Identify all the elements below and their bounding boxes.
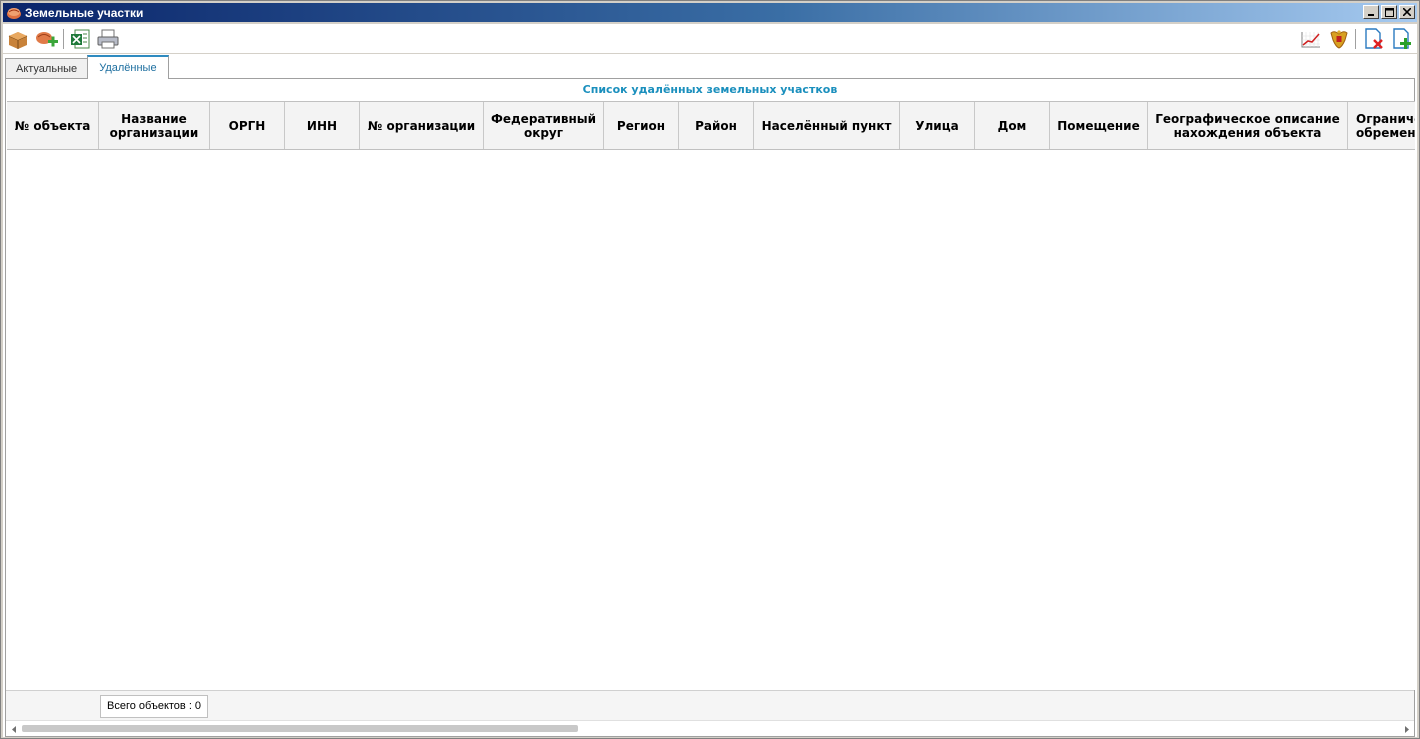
land-plot-icon [7, 7, 21, 19]
arrow-left-icon [11, 725, 16, 733]
delete-record-button[interactable] [1361, 27, 1385, 51]
tab-panel-deleted: Список удалённых земельных участков № об… [5, 78, 1415, 737]
add-land-icon [36, 32, 58, 47]
toolbar [3, 24, 1417, 54]
open-box-button[interactable] [6, 27, 30, 51]
delete-doc-icon [1365, 28, 1383, 49]
column-header-org-number[interactable]: № организации [360, 102, 484, 149]
scroll-right-button[interactable] [1401, 724, 1411, 734]
maximize-button[interactable] [1381, 5, 1397, 19]
column-header-ogrn[interactable]: ОРГН [210, 102, 285, 149]
window-title: Земельные участки [25, 5, 144, 20]
column-header-restrictions[interactable]: Ограничения обременения [1348, 102, 1415, 149]
column-header-inn[interactable]: ИНН [285, 102, 360, 149]
add-record-button[interactable] [1389, 27, 1413, 51]
chart-icon [1301, 32, 1320, 48]
content-area: Актуальные Удалённые Список удалённых зе… [3, 54, 1417, 737]
add-land-button[interactable] [34, 27, 58, 51]
tab-strip: Актуальные Удалённые [5, 55, 169, 79]
minimize-button[interactable] [1363, 5, 1379, 19]
column-header-settlement[interactable]: Населённый пункт [754, 102, 900, 149]
column-header-district[interactable]: Район [679, 102, 754, 149]
window-controls [1361, 5, 1415, 19]
chart-button[interactable] [1299, 27, 1323, 51]
scroll-thumb[interactable] [22, 725, 578, 732]
grid-header: № объекта Название организации ОРГН ИНН … [7, 101, 1415, 150]
column-header-federal-district[interactable]: Федеративный округ [484, 102, 604, 149]
title-bar[interactable]: Земельные участки [3, 3, 1417, 22]
arrow-right-icon [1404, 725, 1409, 733]
print-icon [97, 29, 119, 49]
column-header-object-number[interactable]: № объекта [7, 102, 99, 149]
emblem-button[interactable] [1327, 27, 1351, 51]
emblem-icon [1330, 30, 1348, 49]
scroll-left-button[interactable] [9, 724, 19, 734]
add-doc-icon [1393, 28, 1411, 49]
column-header-house[interactable]: Дом [975, 102, 1050, 149]
tab-actual[interactable]: Актуальные [5, 58, 89, 79]
grid-body[interactable] [7, 150, 1415, 690]
tab-deleted[interactable]: Удалённые [87, 55, 169, 79]
toolbar-separator [63, 29, 64, 49]
print-button[interactable] [96, 27, 120, 51]
total-count: Всего объектов : 0 [100, 695, 209, 718]
close-icon [1403, 8, 1411, 16]
main-window: Земельные участки Актуальные Удалённые С… [0, 0, 1420, 739]
maximize-icon [1384, 7, 1394, 17]
column-header-premises[interactable]: Помещение [1050, 102, 1148, 149]
horizontal-scrollbar[interactable] [6, 720, 1414, 736]
export-excel-icon [71, 29, 90, 49]
column-header-geo-description[interactable]: Географическое описание нахождения объек… [1148, 102, 1348, 149]
column-header-region[interactable]: Регион [604, 102, 679, 149]
toolbar-separator [1355, 29, 1356, 49]
list-title: Список удалённых земельных участков [582, 83, 838, 96]
status-bar: Всего объектов : 0 [6, 690, 1414, 720]
export-excel-button[interactable] [68, 27, 92, 51]
column-header-org-name[interactable]: Название организации [99, 102, 210, 149]
open-box-icon [8, 32, 28, 49]
minimize-icon [1368, 14, 1374, 16]
close-button[interactable] [1399, 5, 1415, 19]
column-header-street[interactable]: Улица [900, 102, 975, 149]
